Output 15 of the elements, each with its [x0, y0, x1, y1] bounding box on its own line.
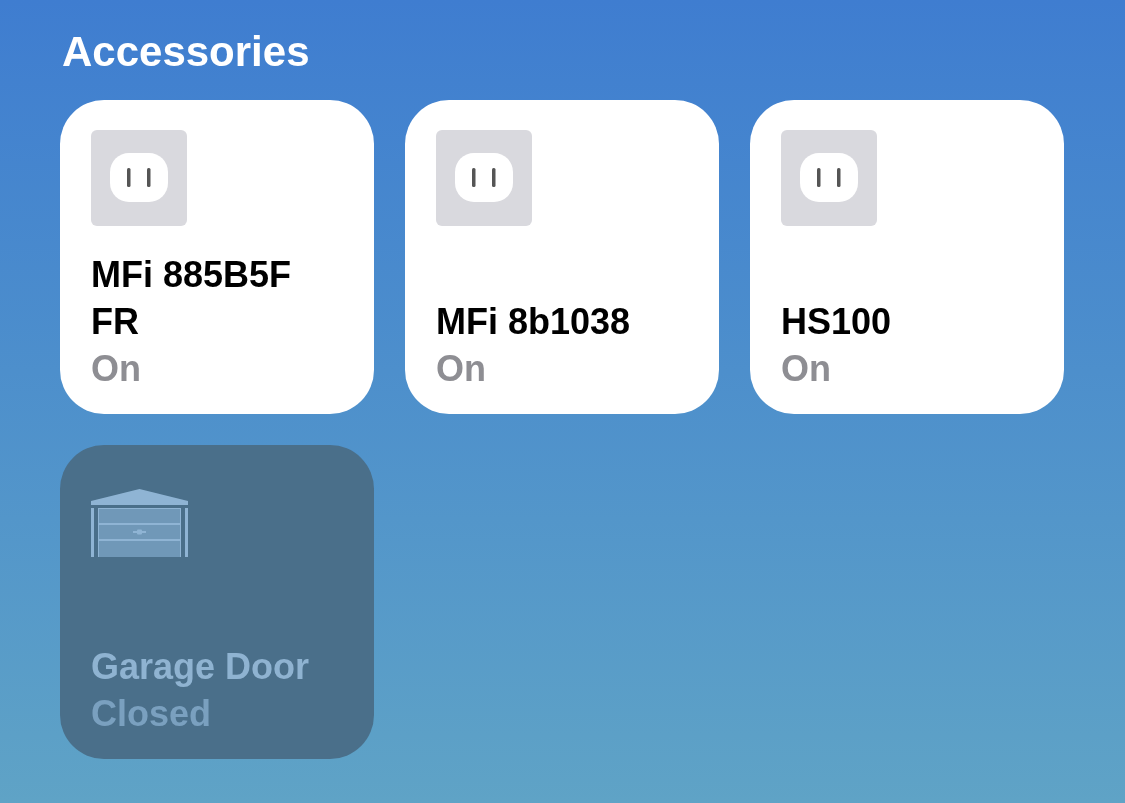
accessory-tile[interactable]: MFi 885B5F FR On	[60, 100, 374, 414]
accessory-name: HS100	[781, 300, 892, 344]
accessory-status: On	[781, 347, 831, 391]
accessory-tile[interactable]: HS100 On	[750, 100, 1064, 414]
accessory-name: Garage Door	[91, 645, 310, 689]
accessory-status: On	[436, 347, 486, 391]
outlet-icon	[91, 130, 187, 226]
garage-door-icon	[91, 489, 188, 557]
outlet-icon	[436, 130, 532, 226]
accessory-tile[interactable]: MFi 8b1038 On	[405, 100, 719, 414]
outlet-icon	[781, 130, 877, 226]
accessory-status: On	[91, 347, 141, 391]
section-title: Accessories	[61, 27, 311, 77]
accessory-name: MFi 8b1038	[436, 300, 631, 344]
accessory-name: MFi 885B5F FR	[91, 253, 293, 344]
